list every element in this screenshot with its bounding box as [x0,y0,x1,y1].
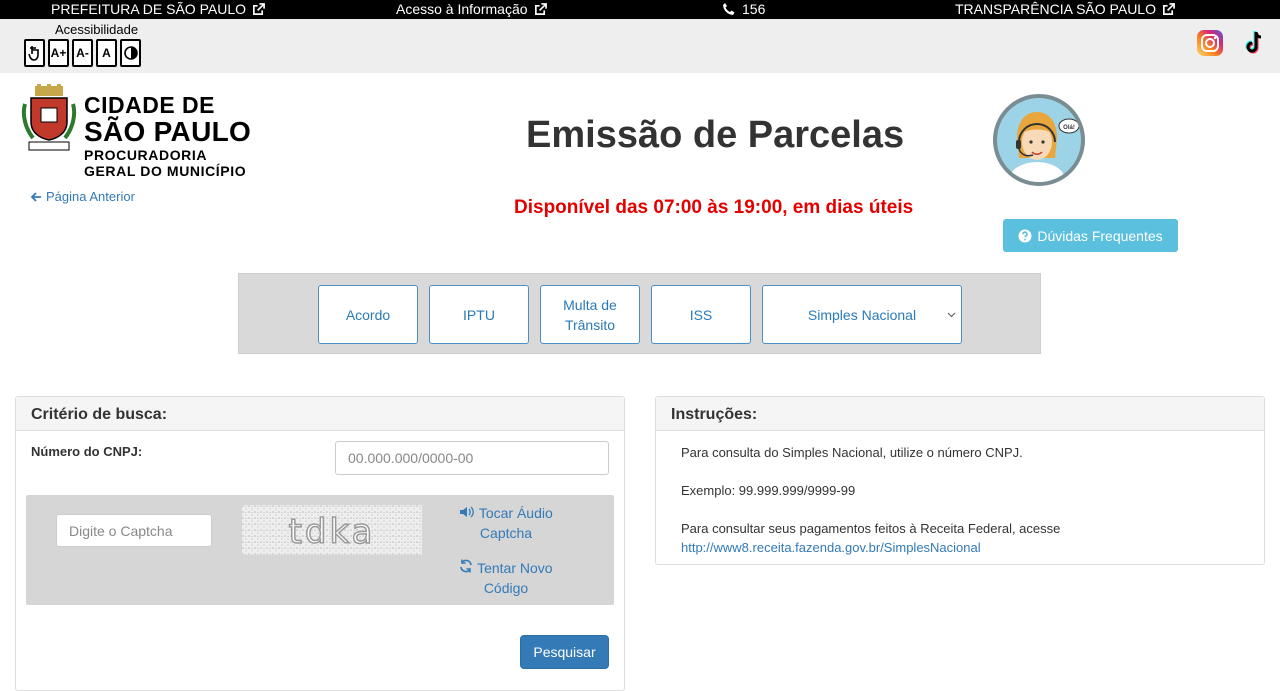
accessibility-buttons: A+ A- A [24,39,141,67]
cnpj-label: Número do CNPJ: [31,444,143,459]
availability-notice: Disponível das 07:00 às 19:00, em dias ú… [514,197,914,218]
hand-pointer-icon [28,46,39,61]
transparencia-link[interactable]: TRANSPARÊNCIA SÃO PAULO [955,1,1175,17]
font-decrease-button[interactable]: A- [72,39,93,67]
page-title: Emissão de Parcelas [526,114,905,156]
external-link-icon [1163,2,1175,15]
tab-iss[interactable]: ISS [651,285,751,344]
play-audio-captcha-link[interactable]: Tocar Áudio Captcha [446,503,566,543]
back-link[interactable]: Página Anterior [30,189,135,204]
tab-multa-line-2: Trânsito [564,316,616,333]
back-link-label: Página Anterior [46,189,135,204]
tab-multa-transito[interactable]: Multa de Trânsito [540,285,640,344]
search-panel-heading: Critério de busca: [16,397,624,431]
assistant-illustration: Olá! [1009,112,1080,182]
phone-number: 156 [742,1,766,17]
tab-simples-label: Simples Nacional [807,306,917,323]
logo-line-4: GERAL DO MUNICÍPIO [84,163,247,179]
transparencia-link-label: TRANSPARÊNCIA SÃO PAULO [955,1,1156,17]
volume-icon [460,506,475,518]
logo-text: CIDADE DE SÃO PAULO PROCURADORIA GERAL D… [84,92,252,179]
font-reset-button[interactable]: A [96,39,117,67]
refresh-icon [460,559,473,573]
logo-line-3: PROCURADORIA [84,147,208,163]
font-increase-button[interactable]: A+ [48,39,69,67]
instruction-line-2: Exemplo: 99.999.999/9999-99 [681,483,856,498]
instagram-icon[interactable] [1196,29,1224,57]
acesso-informacao-label: Acesso à Informação [396,1,528,17]
simples-nacional-link[interactable]: http://www8.receita.fazenda.gov.br/Simpl… [681,540,981,555]
phone-link[interactable]: 156 [722,1,765,17]
refresh-captcha-link[interactable]: Tentar Novo Código [446,558,566,598]
audio-line-2: Captcha [479,525,533,541]
logo-line-2: SÃO PAULO [84,116,252,147]
instructions-body: Para consulta do Simples Nacional, utili… [656,431,1264,557]
captcha-box: tdka Tocar Áudio Captcha Tentar Novo Cód… [26,495,614,605]
tab-multa-line-1: Multa de [563,296,617,313]
libras-button[interactable] [24,39,45,67]
accessibility-label: Acessibilidade [55,22,139,37]
tab-acordo[interactable]: Acordo [318,285,418,344]
contrast-icon [123,46,138,60]
prefeitura-link[interactable]: PREFEITURA DE SÃO PAULO [51,1,265,17]
tab-iptu[interactable]: IPTU [429,285,529,344]
acesso-informacao-link[interactable]: Acesso à Informação [396,1,547,17]
arrow-left-icon [30,191,41,202]
retry-line-2: Código [483,580,529,596]
phone-icon [723,3,735,15]
category-tabs: Acordo IPTU Multa de Trânsito ISS Simples… [238,273,1041,354]
avatar-bubble-text: Olá! [1063,125,1075,131]
instructions-panel: Instruções: Para consulta do Simples Nac… [655,396,1265,565]
contrast-button[interactable] [120,39,141,67]
faq-button-label: Dúvidas Frequentes [1037,227,1163,244]
accessibility-bar: Acessibilidade A+ A- A [0,19,1280,73]
top-bar: PREFEITURA DE SÃO PAULO Acesso à Informa… [0,0,1280,19]
external-link-icon [253,2,265,15]
logo-line-1: CIDADE DE [84,92,216,118]
tiktok-icon[interactable] [1240,29,1268,57]
retry-line-1: Tentar Novo [477,560,553,576]
captcha-input[interactable] [56,514,212,547]
prefeitura-link-label: PREFEITURA DE SÃO PAULO [51,1,247,17]
assistant-avatar[interactable]: Olá! [993,94,1085,186]
external-link-icon [534,2,547,15]
instruction-line-3: Para consultar seus pagamentos feitos à … [681,521,1061,536]
sao-paulo-coat-of-arms-logo [21,84,77,151]
captcha-text: tdka [289,512,376,552]
audio-line-1: Tocar Áudio [478,505,553,521]
chevron-down-icon [947,312,956,318]
question-circle-icon [1018,229,1032,242]
search-button[interactable]: Pesquisar [520,635,609,669]
instruction-line-1: Para consulta do Simples Nacional, utili… [681,445,1023,460]
captcha-image: tdka [242,505,422,555]
cnpj-input[interactable] [335,441,609,475]
tab-simples-nacional[interactable]: Simples Nacional [762,285,962,344]
faq-button[interactable]: Dúvidas Frequentes [1003,219,1178,252]
search-panel: Critério de busca: Número do CNPJ: tdka … [15,396,625,691]
instructions-heading: Instruções: [656,397,1264,431]
